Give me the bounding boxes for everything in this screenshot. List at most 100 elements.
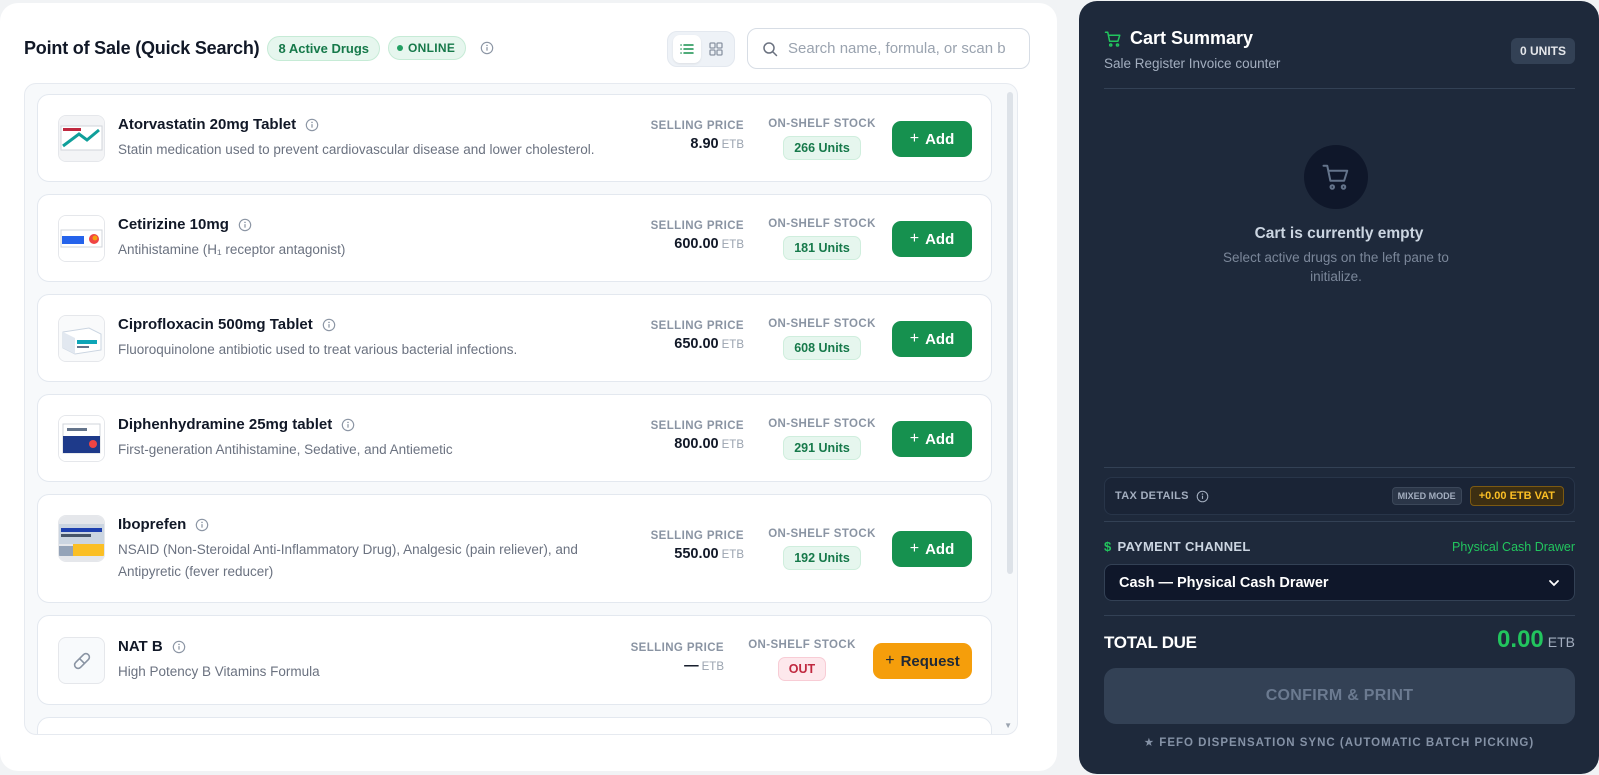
scrollbar[interactable] bbox=[1007, 92, 1013, 574]
cart-icon bbox=[1104, 31, 1121, 47]
drug-name: Iboprefen bbox=[118, 516, 209, 533]
drug-description: Fluoroquinolone antibiotic used to treat… bbox=[118, 342, 518, 357]
stock-info: ON-SHELF STOCK 192 Units bbox=[767, 528, 877, 570]
payment-channel-label: $ PAYMENT CHANNEL bbox=[1104, 539, 1251, 554]
stock-label: ON-SHELF STOCK bbox=[768, 218, 876, 230]
stock-label: ON-SHELF STOCK bbox=[748, 639, 856, 651]
search-input[interactable] bbox=[788, 40, 1018, 57]
drug-thumbnail bbox=[58, 515, 105, 562]
drug-name: Diphenhydramine 25mg tablet bbox=[118, 416, 355, 433]
empty-cart-description: Select active drugs on the left pane to … bbox=[1223, 250, 1449, 284]
payment-channel-select[interactable]: Cash — Physical Cash Drawer bbox=[1104, 564, 1575, 601]
stock-info: ON-SHELF STOCK 266 Units bbox=[767, 118, 877, 160]
info-icon[interactable] bbox=[172, 640, 186, 654]
stock-label: ON-SHELF STOCK bbox=[768, 118, 876, 130]
drug-card bbox=[37, 717, 992, 734]
mixed-mode-badge: MIXED MODE bbox=[1391, 487, 1462, 505]
chevron-down-icon bbox=[1549, 579, 1559, 586]
selling-price: SELLING PRICE 800.00 ETB bbox=[651, 420, 744, 452]
active-drugs-badge: 8 Active Drugs bbox=[267, 35, 381, 61]
total-amount: 0.00 bbox=[1497, 626, 1544, 653]
tax-details-row: TAX DETAILS MIXED MODE +0.00 ETB VAT bbox=[1104, 477, 1575, 515]
add-button[interactable]: + Add bbox=[892, 421, 972, 457]
info-icon[interactable] bbox=[480, 41, 494, 55]
info-icon[interactable] bbox=[322, 318, 336, 332]
info-icon[interactable] bbox=[238, 218, 252, 232]
price-value: 8.90 bbox=[690, 136, 719, 152]
payment-channel-hint: Physical Cash Drawer bbox=[1452, 540, 1575, 554]
add-button[interactable]: + Add bbox=[892, 531, 972, 567]
stock-badge: 608 Units bbox=[783, 336, 861, 360]
selling-price-label: SELLING PRICE bbox=[650, 220, 744, 232]
divider bbox=[1104, 467, 1575, 468]
total-due-label: TOTAL DUE bbox=[1104, 633, 1197, 652]
list-view-button[interactable] bbox=[672, 35, 701, 63]
pos-header: Point of Sale (Quick Search) 8 Active Dr… bbox=[24, 27, 1033, 69]
grid-view-button[interactable] bbox=[702, 35, 730, 63]
pill-icon bbox=[73, 652, 90, 669]
stock-badge: 192 Units bbox=[783, 546, 861, 570]
stock-badge: 181 Units bbox=[783, 236, 861, 260]
currency-label: ETB bbox=[721, 439, 744, 451]
drug-thumbnail bbox=[58, 215, 105, 262]
search-box bbox=[747, 28, 1030, 69]
stock-badge: OUT bbox=[777, 657, 827, 681]
drug-card: Atorvastatin 20mg Tablet Statin medicati… bbox=[37, 94, 992, 182]
price-value: 600.00 bbox=[674, 236, 719, 252]
selling-price: SELLING PRICE 8.90 ETB bbox=[651, 120, 744, 152]
cart-subtitle: Sale Register Invoice counter bbox=[1104, 56, 1281, 71]
scroll-down-icon[interactable]: ▼ bbox=[1004, 721, 1012, 730]
view-toggle bbox=[667, 31, 735, 67]
stock-label: ON-SHELF STOCK bbox=[768, 318, 876, 330]
empty-cart-title: Cart is currently empty bbox=[1254, 225, 1424, 242]
page-title: Point of Sale (Quick Search) bbox=[24, 37, 260, 58]
payment-channel-value: Cash — Physical Cash Drawer bbox=[1119, 574, 1329, 591]
cart-panel: Cart Summary Sale Register Invoice count… bbox=[1079, 1, 1599, 774]
add-button[interactable]: + Add bbox=[892, 121, 972, 157]
drug-card: Iboprefen NSAID (Non-Steroidal Anti-Infl… bbox=[37, 494, 992, 603]
list-icon bbox=[679, 44, 694, 54]
selling-price-label: SELLING PRICE bbox=[650, 420, 744, 432]
drug-description: Antihistamine (H₁ receptor antagonist) bbox=[118, 242, 346, 257]
empty-cart-icon bbox=[1322, 164, 1349, 190]
drug-thumbnail bbox=[58, 637, 105, 684]
selling-price: SELLING PRICE 600.00 ETB bbox=[651, 220, 744, 252]
info-icon[interactable] bbox=[305, 118, 319, 132]
selling-price: SELLING PRICE 550.00 ETB bbox=[651, 530, 744, 562]
confirm-print-button[interactable]: CONFIRM & PRINT bbox=[1104, 668, 1575, 724]
drug-thumbnail bbox=[58, 115, 105, 162]
currency-label: ETB bbox=[701, 661, 724, 673]
online-status-label: ONLINE bbox=[408, 41, 456, 55]
divider bbox=[1104, 615, 1575, 616]
currency-label: ETB bbox=[721, 549, 744, 561]
stock-badge: 291 Units bbox=[783, 436, 861, 460]
cart-title-label: Cart Summary bbox=[1130, 28, 1254, 48]
drug-name: Ciprofloxacin 500mg Tablet bbox=[118, 316, 336, 333]
online-dot-icon bbox=[397, 45, 404, 51]
drug-description: NSAID (Non-Steroidal Anti-Inflammatory D… bbox=[118, 542, 578, 579]
tax-details-label: TAX DETAILS bbox=[1115, 490, 1209, 503]
price-value: 550.00 bbox=[674, 546, 719, 562]
currency-label: ETB bbox=[721, 239, 744, 251]
search-icon bbox=[763, 41, 778, 56]
selling-price: SELLING PRICE — ETB bbox=[631, 642, 724, 674]
drug-description: Statin medication used to prevent cardio… bbox=[118, 142, 595, 157]
add-button[interactable]: + Add bbox=[892, 321, 972, 357]
price-value: — bbox=[684, 658, 699, 674]
info-icon[interactable] bbox=[1196, 490, 1209, 503]
grid-icon bbox=[708, 42, 723, 56]
info-icon[interactable] bbox=[195, 518, 209, 532]
total-due-value: 0.00 ETB bbox=[1497, 626, 1575, 654]
stock-info: ON-SHELF STOCK 608 Units bbox=[767, 318, 877, 360]
add-button[interactable]: + Add bbox=[892, 221, 972, 257]
info-icon[interactable] bbox=[341, 418, 355, 432]
selling-price: SELLING PRICE 650.00 ETB bbox=[651, 320, 744, 352]
pos-panel: Point of Sale (Quick Search) 8 Active Dr… bbox=[0, 3, 1057, 771]
stock-badge: 266 Units bbox=[783, 136, 861, 160]
cart-title: Cart Summary bbox=[1104, 28, 1253, 49]
stock-info: ON-SHELF STOCK OUT bbox=[747, 639, 857, 681]
vat-badge: +0.00 ETB VAT bbox=[1469, 486, 1564, 506]
stock-label: ON-SHELF STOCK bbox=[768, 528, 876, 540]
selling-price-label: SELLING PRICE bbox=[650, 530, 744, 542]
request-button[interactable]: + Request bbox=[873, 643, 972, 679]
